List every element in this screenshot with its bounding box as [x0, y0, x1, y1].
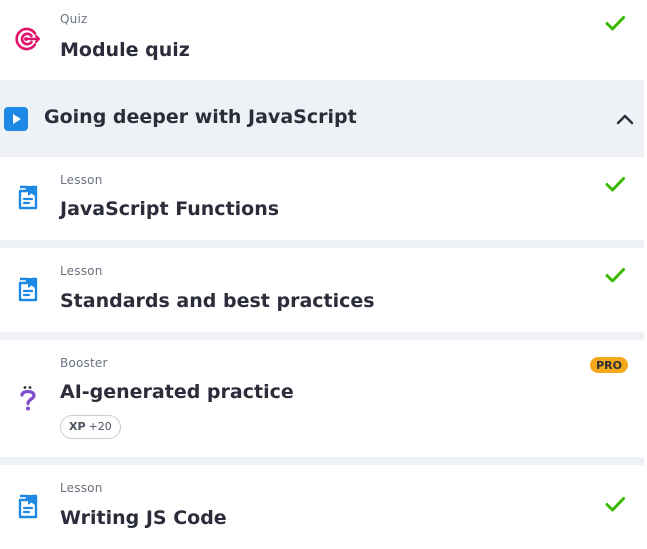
item-type-label: Lesson	[60, 173, 103, 187]
check-icon	[604, 493, 626, 515]
module-title: Going deeper with JavaScript	[44, 106, 357, 128]
chevron-up-icon[interactable]	[614, 108, 636, 130]
list-item-module-quiz[interactable]: Quiz Module quiz	[0, 0, 644, 80]
lesson-document-icon	[14, 493, 42, 521]
item-type-label: Booster	[60, 356, 108, 370]
xp-value: +20	[88, 420, 112, 433]
item-title: JavaScript Functions	[60, 198, 280, 220]
item-type-label: Lesson	[60, 481, 103, 495]
check-icon	[604, 173, 626, 195]
lesson-document-icon	[14, 276, 42, 304]
check-icon	[604, 12, 626, 34]
module-header[interactable]: Going deeper with JavaScript	[0, 82, 644, 156]
item-title: Standards and best practices	[60, 290, 375, 312]
check-icon	[604, 264, 626, 286]
list-item-lesson[interactable]: Lesson Writing JS Code	[0, 465, 644, 549]
xp-label: XP	[69, 420, 86, 433]
item-title: Writing JS Code	[60, 507, 227, 529]
list-item-lesson[interactable]: Lesson JavaScript Functions	[0, 157, 644, 240]
xp-reward-pill: XP +20	[60, 415, 121, 439]
item-type-label: Quiz	[60, 12, 88, 26]
pro-badge: PRO	[590, 357, 628, 373]
item-title: Module quiz	[60, 39, 190, 61]
target-icon	[14, 25, 42, 53]
item-type-label: Lesson	[60, 264, 103, 278]
list-item-booster[interactable]: Booster AI-generated practice PRO XP +20	[0, 340, 644, 457]
lesson-document-icon	[14, 184, 42, 212]
question-mark-icon	[14, 384, 42, 412]
list-item-lesson[interactable]: Lesson Standards and best practices	[0, 248, 644, 332]
item-title: AI-generated practice	[60, 381, 294, 403]
play-icon	[4, 107, 28, 131]
